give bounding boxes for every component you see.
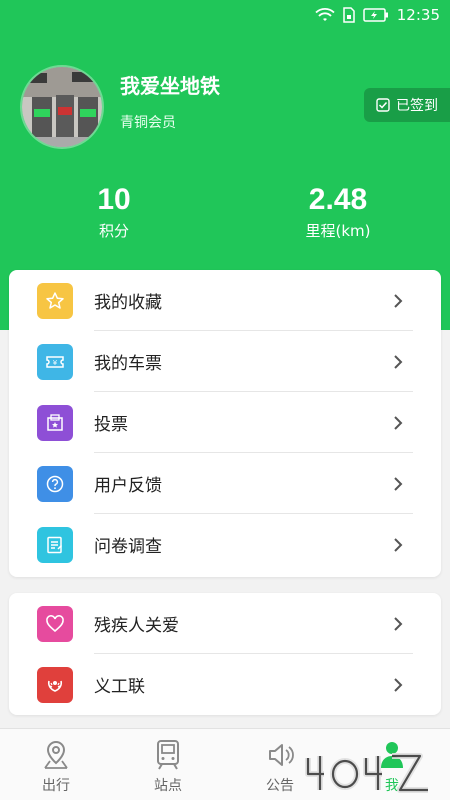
volunteer-emblem-icon <box>37 666 73 703</box>
user-name: 我爱坐地铁 <box>120 74 220 98</box>
tab-label: 出行 <box>42 778 70 794</box>
menu-item-disability-care[interactable]: 残疾人关爱 <box>9 593 441 654</box>
menu-item-label: 我的车票 <box>94 354 162 374</box>
chevron-right-icon <box>394 616 403 631</box>
menu-item-label: 残疾人关爱 <box>94 616 179 636</box>
sim-card-icon <box>343 7 355 23</box>
checkin-button[interactable]: 已签到 <box>364 88 450 122</box>
heart-icon <box>37 605 73 642</box>
checkbox-checked-icon <box>376 98 390 112</box>
menu-item-favorites[interactable]: 我的收藏 <box>9 270 441 331</box>
tab-trip[interactable]: 出行 <box>0 729 112 800</box>
wifi-icon <box>315 8 335 21</box>
clock: 12:35 <box>396 6 440 24</box>
menu-item-vote[interactable]: 投票 <box>9 392 441 453</box>
speaker-icon <box>269 744 294 766</box>
battery-charging-icon <box>363 8 388 22</box>
chevron-right-icon <box>394 293 403 308</box>
points-stat[interactable]: 10 积分 <box>82 184 146 241</box>
main-menu-card: 我的收藏 ¥ 我的车票 投票 用户反馈 问卷调查 <box>9 270 441 577</box>
menu-item-tickets[interactable]: ¥ 我的车票 <box>9 331 441 392</box>
menu-item-label: 用户反馈 <box>94 476 162 496</box>
chevron-right-icon <box>394 354 403 369</box>
chevron-right-icon <box>394 677 403 692</box>
train-icon <box>157 740 179 770</box>
watermark-logo <box>305 753 428 793</box>
map-pin-icon <box>44 740 68 769</box>
tab-label: 站点 <box>154 778 182 794</box>
star-icon <box>37 282 73 319</box>
chevron-right-icon <box>394 537 403 552</box>
mileage-value: 2.48 <box>308 183 368 216</box>
status-bar: 12:35 <box>0 0 450 32</box>
svg-text:¥: ¥ <box>53 359 58 367</box>
points-label: 积分 <box>98 222 129 240</box>
member-level: 青铜会员 <box>120 115 176 131</box>
mileage-label: 里程(km) <box>305 222 371 240</box>
checkin-label: 已签到 <box>396 98 438 114</box>
chevron-right-icon <box>394 415 403 430</box>
mileage-stat[interactable]: 2.48 里程(km) <box>298 184 378 241</box>
points-value: 10 <box>97 183 131 216</box>
menu-item-survey[interactable]: 问卷调查 <box>9 514 441 575</box>
menu-item-label: 投票 <box>94 415 128 435</box>
ticket-icon: ¥ <box>37 343 73 380</box>
menu-item-volunteer[interactable]: 义工联 <box>9 654 441 715</box>
question-icon <box>37 465 73 502</box>
menu-item-label: 问卷调查 <box>94 537 162 557</box>
avatar[interactable] <box>20 65 104 149</box>
menu-item-feedback[interactable]: 用户反馈 <box>9 453 441 514</box>
tab-stations[interactable]: 站点 <box>112 729 224 800</box>
questionnaire-icon <box>37 526 73 563</box>
chevron-right-icon <box>394 476 403 491</box>
menu-item-label: 义工联 <box>94 677 145 697</box>
ballot-box-icon <box>37 404 73 441</box>
secondary-menu-card: 残疾人关爱 义工联 <box>9 593 441 715</box>
menu-item-label: 我的收藏 <box>94 293 162 313</box>
